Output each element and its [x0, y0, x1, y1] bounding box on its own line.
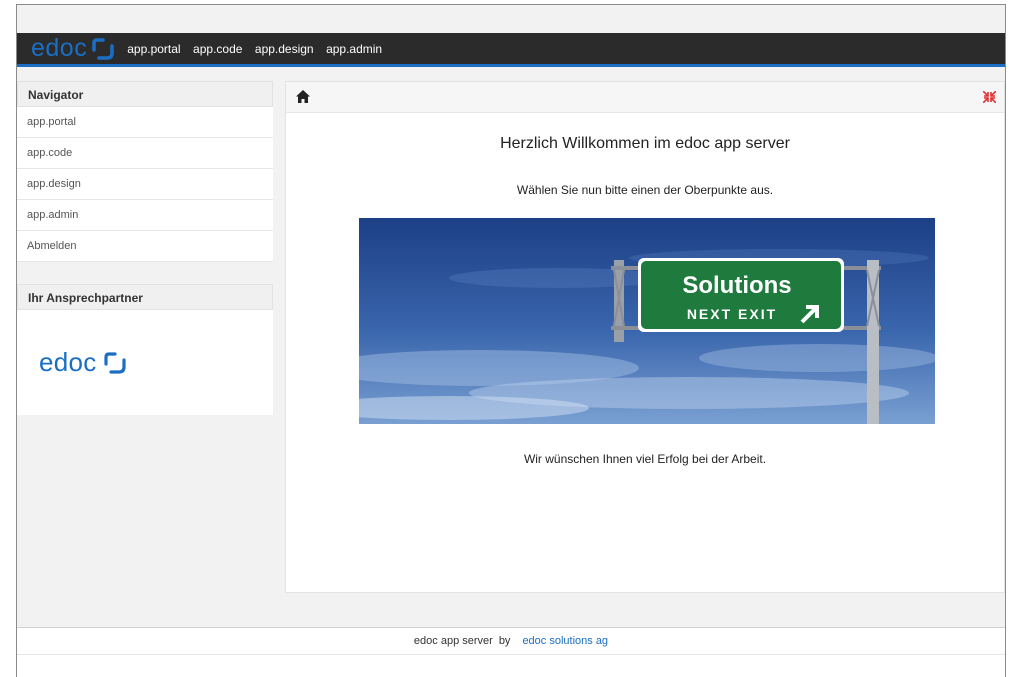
edoc-logo[interactable]: edoc: [31, 36, 115, 61]
welcome-closing: Wir wünschen Ihnen viel Erfolg bei der A…: [523, 452, 767, 466]
collapse-icon[interactable]: [983, 91, 996, 103]
footer: edoc app server by edoc solutions ag: [17, 627, 1005, 655]
topnav-app-portal[interactable]: app.portal: [127, 42, 180, 56]
footer-by: by: [498, 635, 511, 647]
sidebar-item-app-code[interactable]: app.code: [17, 138, 273, 169]
welcome-title: Herzlich Willkommen im edoc app server: [500, 135, 790, 152]
welcome-subtitle: Wählen Sie nun bitte einen der Oberpunkt…: [516, 183, 774, 197]
sidebar-item-logout[interactable]: Abmelden: [17, 231, 273, 262]
sidebar-item-app-portal[interactable]: app.portal: [17, 107, 273, 138]
main-header: [286, 82, 1004, 113]
contact-edoc-logo: edoc: [39, 347, 127, 378]
footer-product: edoc app server: [413, 635, 493, 647]
home-icon[interactable]: [296, 90, 310, 103]
sidebar-item-app-design[interactable]: app.design: [17, 169, 273, 200]
app-frame: edoc app.portal app.code app.design app.…: [16, 4, 1006, 677]
edoc-logo-icon: [92, 37, 114, 60]
sign-subtitle: NEXT EXIT: [687, 306, 777, 322]
topnav-app-code[interactable]: app.code: [193, 42, 242, 56]
edoc-logo-icon: [103, 351, 126, 374]
topnav-app-admin[interactable]: app.admin: [326, 42, 382, 56]
main-content: Herzlich Willkommen im edoc app server W…: [285, 81, 1005, 593]
top-navigation-bar: edoc app.portal app.code app.design app.…: [17, 33, 1005, 67]
top-menu: app.portal app.code app.design app.admin: [127, 40, 390, 58]
contact-panel: Ihr Ansprechpartner edoc: [17, 284, 273, 415]
navigator-panel: Navigator app.portal app.code app.design…: [17, 81, 273, 262]
solutions-banner-image: Solutions NEXT EXIT: [359, 218, 935, 424]
logo-text: edoc: [31, 34, 88, 62]
footer-company-link[interactable]: edoc solutions ag: [522, 635, 608, 647]
contact-body: edoc: [17, 310, 273, 415]
navigator-title: Navigator: [17, 81, 273, 107]
sidebar-item-app-admin[interactable]: app.admin: [17, 200, 273, 231]
sidebar: Navigator app.portal app.code app.design…: [17, 81, 273, 437]
topnav-app-design[interactable]: app.design: [255, 42, 314, 56]
below-footer-area: [17, 655, 1005, 677]
contact-logo-text: edoc: [39, 347, 97, 377]
contact-title: Ihr Ansprechpartner: [17, 284, 273, 310]
sign-title: Solutions: [682, 272, 791, 299]
